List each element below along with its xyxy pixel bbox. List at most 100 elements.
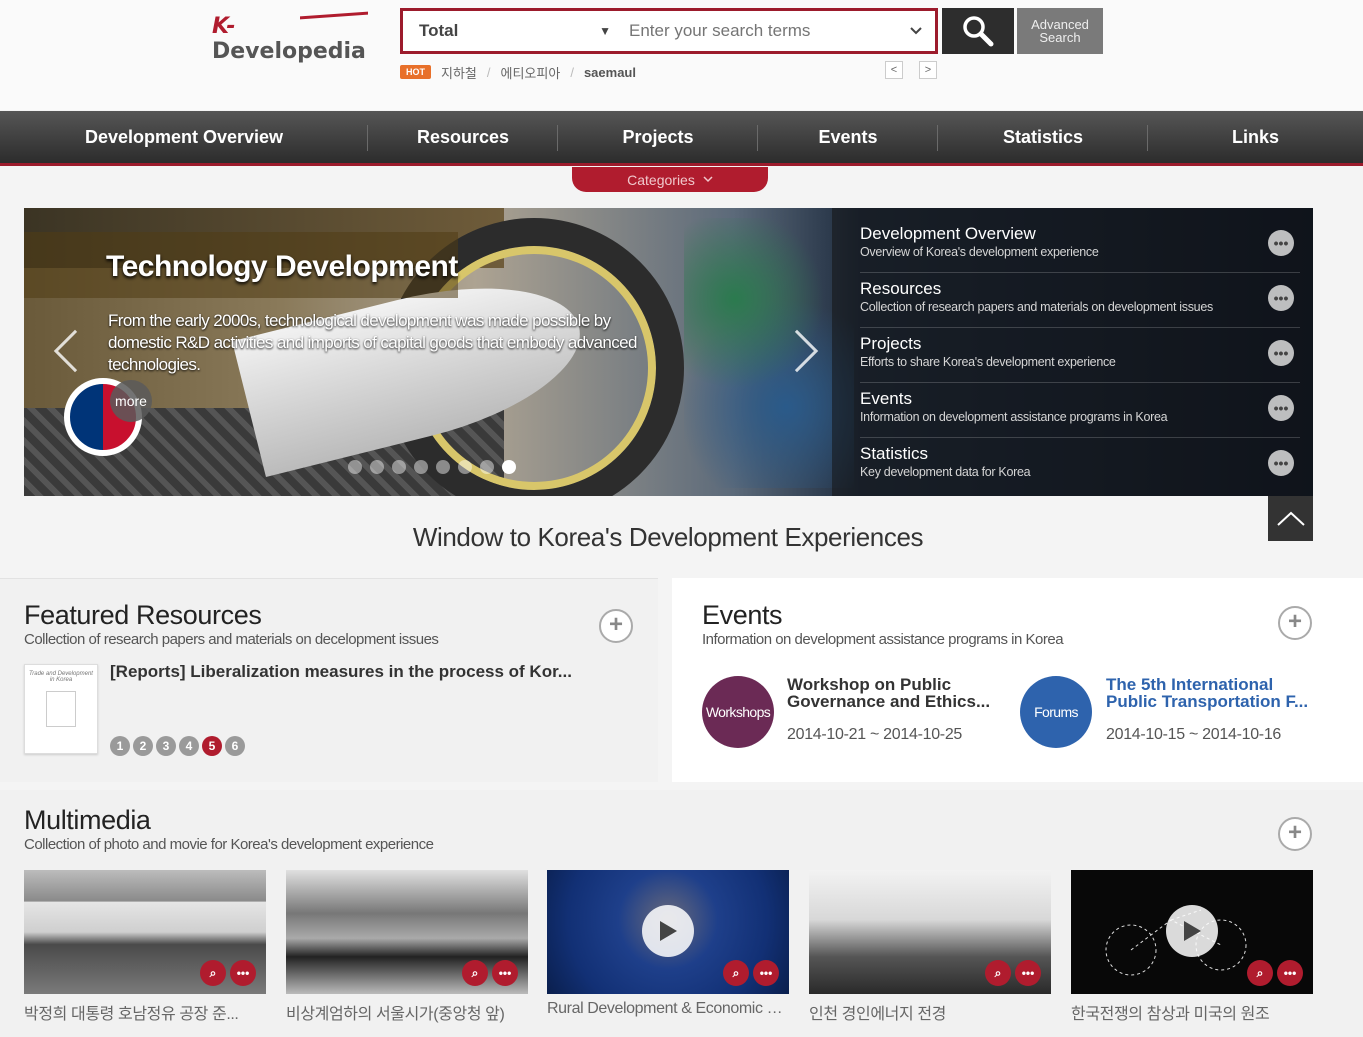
section-subtitle: Collection of photo and movie for Korea'…: [24, 836, 434, 853]
media-thumbnail[interactable]: ⌕ •••: [24, 870, 266, 994]
hero-slide-dot[interactable]: [502, 460, 516, 474]
featured-pagination: 123456: [110, 736, 245, 756]
site-logo[interactable]: K-Developedia: [212, 14, 372, 64]
events-more-plus-icon[interactable]: +: [1278, 606, 1312, 640]
chevron-down-icon[interactable]: [897, 23, 935, 39]
featured-page-dot[interactable]: 6: [225, 736, 245, 756]
event-date: 2014-10-21 ~ 2014-10-25: [787, 726, 963, 743]
quick-menu-item[interactable]: Statistics Key development data for Kore…: [860, 438, 1300, 493]
hero-slide-dots: [348, 460, 516, 474]
featured-more-plus-icon[interactable]: +: [599, 609, 633, 643]
nav-item-resources[interactable]: Resources: [368, 111, 558, 163]
search-scope-select[interactable]: Total ▼: [403, 11, 623, 51]
event-title-link[interactable]: The 5th International Public Transportati…: [1106, 676, 1308, 710]
hero-more-button[interactable]: more: [110, 380, 152, 422]
section-title: Multimedia: [24, 805, 151, 835]
more-dots-icon[interactable]: •••: [1268, 450, 1294, 476]
resource-thumbnail[interactable]: Trade and Development in Korea: [24, 664, 98, 754]
hot-keyword-link[interactable]: saemaul: [584, 65, 636, 80]
zoom-search-icon[interactable]: ⌕: [200, 960, 226, 986]
hero-prev-arrow-icon[interactable]: [53, 329, 97, 373]
hot-keywords: HOT 지하철 / 에티오피아 / saemaul: [400, 62, 636, 82]
more-dots-icon[interactable]: •••: [1015, 960, 1041, 986]
more-dots-icon[interactable]: •••: [1268, 395, 1294, 421]
hot-keyword-link[interactable]: 지하철: [441, 63, 477, 82]
featured-page-dot[interactable]: 4: [179, 736, 199, 756]
more-dots-icon[interactable]: •••: [230, 960, 256, 986]
separator: /: [570, 64, 574, 80]
document-image: [46, 691, 76, 727]
media-caption[interactable]: 박정희 대통령 호남정유 공장 준...: [24, 1000, 266, 1024]
quick-menu-item[interactable]: Projects Efforts to share Korea's develo…: [860, 328, 1300, 383]
hero-slide-dot[interactable]: [370, 460, 384, 474]
categories-toggle[interactable]: Categories: [572, 167, 768, 192]
quick-menu-item[interactable]: Events Information on development assist…: [860, 383, 1300, 438]
event-date: 2014-10-15 ~ 2014-10-16: [1106, 726, 1282, 743]
event-item[interactable]: Workshop on Public Governance and Ethics.…: [787, 676, 990, 710]
play-icon[interactable]: [1166, 905, 1218, 957]
featured-page-dot[interactable]: 2: [133, 736, 153, 756]
advanced-search-button[interactable]: Advanced Search: [1017, 8, 1103, 54]
zoom-search-icon[interactable]: ⌕: [462, 960, 488, 986]
featured-page-dot[interactable]: 5: [202, 736, 222, 756]
media-thumbnail[interactable]: ⌕ •••: [547, 870, 789, 994]
event-category-badge: Workshops: [702, 676, 774, 748]
search-bar: Total ▼: [400, 8, 938, 54]
hero-background: [684, 218, 854, 488]
media-caption[interactable]: 인천 경인에너지 전경: [809, 1000, 1051, 1024]
hero-slide-dot[interactable]: [458, 460, 472, 474]
hero-slide-dot[interactable]: [392, 460, 406, 474]
featured-page-dot[interactable]: 1: [110, 736, 130, 756]
media-thumbnail[interactable]: ⌕ •••: [286, 870, 528, 994]
tagline: Window to Korea's Development Experience…: [412, 522, 924, 552]
section-subtitle: Information on development assistance pr…: [702, 631, 1064, 648]
media-caption[interactable]: 비상계엄하의 서울시가(중앙청 앞): [286, 1000, 528, 1024]
quick-menu-item[interactable]: Development Overview Overview of Korea's…: [860, 218, 1300, 273]
nav-item-links[interactable]: Links: [1148, 111, 1363, 163]
hero-banner: Technology Development From the early 20…: [24, 208, 1313, 496]
hero-description: From the early 2000s, technological deve…: [108, 311, 637, 374]
more-dots-icon[interactable]: •••: [1277, 960, 1303, 986]
hero-quick-menu: Development Overview Overview of Korea's…: [832, 208, 1313, 496]
search-input[interactable]: [623, 11, 897, 51]
media-caption[interactable]: 한국전쟁의 참상과 미국의 원조: [1071, 1000, 1313, 1024]
hot-next-button[interactable]: >: [919, 61, 937, 79]
event-item[interactable]: The 5th International Public Transportati…: [1106, 676, 1308, 710]
header: K-Developedia Total ▼ Advanced Search HO…: [0, 0, 1363, 110]
separator: /: [486, 64, 491, 80]
search-button[interactable]: [942, 8, 1014, 54]
nav-item-projects[interactable]: Projects: [558, 111, 758, 163]
play-icon[interactable]: [642, 905, 694, 957]
hot-badge: HOT: [400, 65, 431, 79]
section-title: Events: [702, 600, 783, 630]
nav-item-events[interactable]: Events: [758, 111, 938, 163]
more-dots-icon[interactable]: •••: [1268, 230, 1294, 256]
media-thumbnail[interactable]: ⌕ •••: [1071, 870, 1313, 994]
hot-keyword-link[interactable]: 에티오피아: [501, 63, 561, 82]
nav-item-development-overview[interactable]: Development Overview: [0, 111, 368, 163]
quick-menu-item[interactable]: Resources Collection of research papers …: [860, 273, 1300, 328]
hot-prev-button[interactable]: <: [885, 61, 903, 79]
zoom-search-icon[interactable]: ⌕: [985, 960, 1011, 986]
event-title-link[interactable]: Workshop on Public Governance and Ethics.…: [787, 676, 990, 710]
hero-slide-dot[interactable]: [480, 460, 494, 474]
zoom-search-icon[interactable]: ⌕: [723, 960, 749, 986]
resource-title-link[interactable]: [Reports] Liberalization measures in the…: [110, 662, 630, 682]
nav-item-statistics[interactable]: Statistics: [938, 111, 1148, 163]
media-caption[interactable]: Rural Development & Economic D...: [547, 1000, 789, 1018]
featured-page-dot[interactable]: 3: [156, 736, 176, 756]
hero-slide-dot[interactable]: [414, 460, 428, 474]
more-dots-icon[interactable]: •••: [753, 960, 779, 986]
more-dots-icon[interactable]: •••: [1268, 340, 1294, 366]
search-icon: [963, 16, 994, 47]
more-dots-icon[interactable]: •••: [1268, 285, 1294, 311]
hero-slide-dot[interactable]: [436, 460, 450, 474]
multimedia-more-plus-icon[interactable]: +: [1278, 817, 1312, 851]
section-subtitle: Collection of research papers and materi…: [24, 631, 439, 648]
hero-title: Technology Development: [106, 250, 458, 283]
media-thumbnail[interactable]: ⌕ •••: [809, 870, 1051, 994]
hero-slide-dot[interactable]: [348, 460, 362, 474]
zoom-search-icon[interactable]: ⌕: [1247, 960, 1273, 986]
more-dots-icon[interactable]: •••: [492, 960, 518, 986]
section-title: Featured Resources: [24, 600, 262, 630]
